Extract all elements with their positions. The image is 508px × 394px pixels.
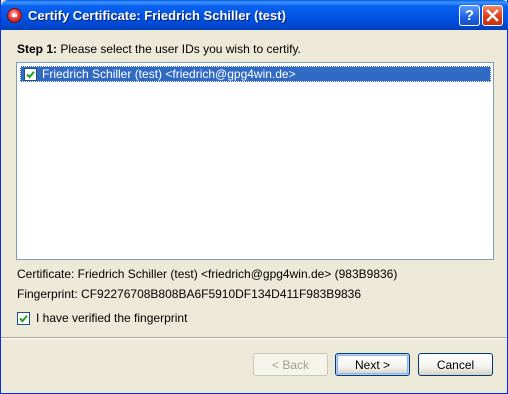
certify-dialog: Certify Certificate: Friedrich Schiller … — [0, 0, 508, 394]
list-item[interactable]: Friedrich Schiller (test) <friedrich@gpg… — [20, 66, 491, 82]
checkmark-icon — [19, 314, 28, 322]
step-number: Step 1: — [17, 42, 58, 56]
next-button[interactable]: Next > — [335, 353, 410, 376]
question-mark-icon: ? — [464, 7, 475, 24]
close-icon — [486, 9, 499, 22]
title-bar[interactable]: Certify Certificate: Friedrich Schiller … — [1, 0, 508, 30]
cancel-button[interactable]: Cancel — [418, 353, 493, 376]
certificate-info: Certificate: Friedrich Schiller (test) <… — [17, 267, 398, 281]
user-id-list[interactable]: Friedrich Schiller (test) <friedrich@gpg… — [16, 62, 494, 260]
user-id-checkbox[interactable] — [24, 67, 37, 81]
verified-fingerprint-option[interactable]: I have verified the fingerprint — [17, 311, 187, 325]
verified-fingerprint-label: I have verified the fingerprint — [36, 311, 188, 325]
verified-fingerprint-checkbox[interactable] — [17, 311, 30, 325]
user-id-label: Friedrich Schiller (test) <friedrich@gpg… — [42, 67, 296, 81]
window-title: Certify Certificate: Friedrich Schiller … — [28, 8, 286, 23]
divider — [1, 337, 507, 339]
close-button[interactable] — [482, 5, 503, 26]
app-icon — [7, 8, 22, 23]
help-button[interactable]: ? — [459, 5, 480, 26]
step-text: Please select the user IDs you wish to c… — [57, 42, 301, 56]
back-button[interactable]: < Back — [253, 353, 328, 376]
fingerprint-info: Fingerprint: CF92276708B808BA6F5910DF134… — [17, 287, 362, 301]
step-instruction: Step 1: Please select the user IDs you w… — [17, 42, 301, 56]
checkmark-icon — [26, 70, 35, 78]
